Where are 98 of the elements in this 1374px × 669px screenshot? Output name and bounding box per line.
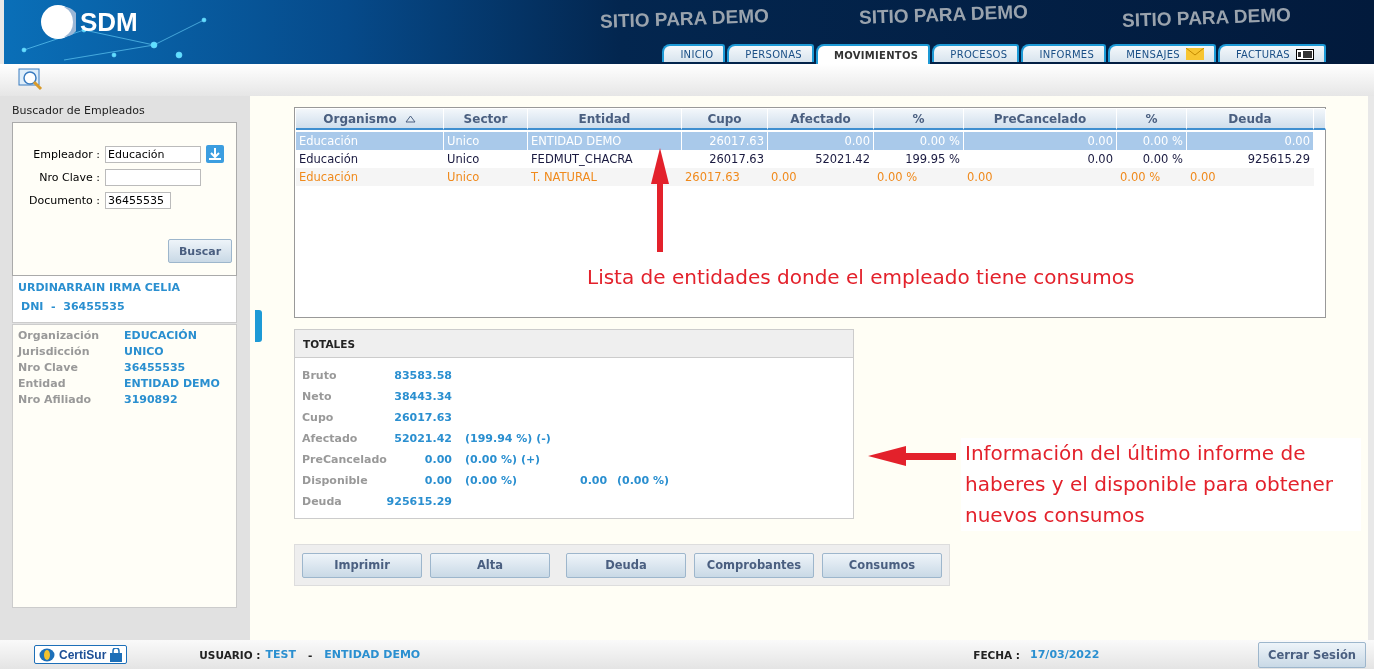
table-cell: ENTIDAD DEMO <box>528 132 682 150</box>
action-button[interactable]: Imprimir <box>302 552 422 578</box>
column-header[interactable]: Cupo <box>682 109 768 130</box>
nav-tab[interactable]: PROCESOS <box>932 44 1020 62</box>
column-header[interactable]: Organismo <box>296 109 444 130</box>
table-cell: Educación <box>296 168 444 186</box>
detail-value: UNICO <box>124 345 165 358</box>
nav-tab[interactable]: INICIO <box>662 44 726 62</box>
table-cell: Educación <box>296 132 444 150</box>
search-icon[interactable] <box>18 68 44 92</box>
globe-icon <box>39 647 55 662</box>
total-value: 83583.58 <box>393 369 452 382</box>
panel-title: TOTALES <box>295 330 853 358</box>
nav-tab[interactable]: FACTURAS <box>1217 44 1326 62</box>
total-note: (0.00 %) <box>616 474 671 487</box>
column-header[interactable]: Sector <box>444 109 528 130</box>
watermark-text: SITIO PARA DEMO <box>599 5 770 33</box>
column-header[interactable]: Deuda <box>1187 109 1314 130</box>
table-cell: 0.00 <box>1187 168 1314 186</box>
date-value: 17/03/2022 <box>1030 648 1100 661</box>
detail-label: Organización <box>18 329 101 342</box>
column-header[interactable]: % <box>874 109 964 130</box>
total-label: Disponible <box>302 474 369 487</box>
detail-label: Entidad <box>18 377 67 390</box>
table-cell: 0.00 <box>964 132 1117 150</box>
table-cell: Unico <box>444 132 528 150</box>
moon-logo-icon <box>40 4 76 40</box>
panel-title: Buscador de Empleados <box>12 104 146 119</box>
column-header[interactable]: PreCancelado <box>964 109 1117 130</box>
nav-tab[interactable]: MOVIMIENTOS <box>815 44 931 64</box>
detail-label: Jurisdicción <box>18 345 91 358</box>
table-cell: 26017.63 <box>682 168 768 186</box>
detail-label: Nro Clave <box>18 361 79 374</box>
input-field[interactable] <box>105 169 201 186</box>
lock-icon <box>110 647 123 662</box>
detail-label: Nro Afiliado <box>18 393 93 406</box>
user-label: USUARIO : <box>199 648 261 661</box>
column-header[interactable]: Entidad <box>528 109 682 130</box>
nav-tab[interactable]: PERSONAS <box>727 44 814 62</box>
detail-value: ENTIDAD DEMO <box>124 377 221 390</box>
nav-tab[interactable]: INFORMES <box>1021 44 1107 62</box>
watermark-text: SITIO PARA DEMO <box>1121 4 1292 32</box>
employee-name: URDINARRAIN IRMA CELIA <box>18 281 181 294</box>
field-label: Nro Clave : <box>38 171 100 184</box>
total-value: 38443.34 <box>393 390 452 403</box>
table-cell: 0.00 <box>768 132 874 150</box>
total-label: Cupo <box>302 411 335 424</box>
table-cell: 0.00 % <box>874 168 964 186</box>
table-cell: 0.00 <box>768 168 874 186</box>
detail-value: 36455535 <box>124 361 187 374</box>
user-name: TEST <box>265 648 296 661</box>
total-label: Bruto <box>302 369 338 382</box>
total-note: (0.00 %) <box>464 474 519 487</box>
separator-text: - <box>308 648 313 661</box>
envelope-icon <box>1185 48 1204 60</box>
total-label: Afectado <box>302 432 359 445</box>
date-label: FECHA : <box>973 648 1021 661</box>
total-note: (199.94 %) (-) <box>464 432 552 445</box>
column-header[interactable]: % <box>1117 109 1187 130</box>
total-value: 0.00 <box>423 453 452 466</box>
watermark-text: SITIO PARA DEMO <box>858 1 1029 29</box>
total-label: Deuda <box>302 495 343 508</box>
total-note: (0.00 %) (+) <box>464 453 542 466</box>
action-button[interactable]: Deuda <box>566 552 686 578</box>
table-cell: T. NATURAL <box>528 168 682 186</box>
detail-value: EDUCACIÓN <box>124 329 198 342</box>
search-button[interactable]: Buscar <box>168 239 232 263</box>
user-entity: ENTIDAD DEMO <box>324 648 421 661</box>
annotation-text: Información del último informe de haberes y el disponible para obtener nuevos consumos <box>961 438 1361 531</box>
column-header[interactable]: Afectado <box>768 109 874 130</box>
table-cell: 0.00 % <box>874 132 964 150</box>
table-cell: 0.00 % <box>1117 168 1187 186</box>
field-label: Documento : <box>28 194 100 207</box>
action-button[interactable]: Alta <box>430 552 550 578</box>
total-value: 925615.29 <box>385 495 452 508</box>
action-button[interactable]: Consumos <box>822 552 942 578</box>
field-label: Empleador : <box>32 147 100 161</box>
banknote-icon <box>1296 48 1314 60</box>
input-field[interactable]: Educación <box>105 145 201 163</box>
total-value: 52021.42 <box>393 432 452 445</box>
table-cell: 0.00 <box>964 168 1117 186</box>
detail-value: 3190892 <box>124 393 179 406</box>
action-button[interactable]: Comprobantes <box>694 552 814 578</box>
table-cell: 26017.63 <box>682 132 768 150</box>
total-value: 26017.63 <box>393 411 452 424</box>
collapse-handle[interactable] <box>255 310 262 342</box>
table-cell: Unico <box>444 168 528 186</box>
brand-badge: CertiSur <box>34 645 128 664</box>
download-icon[interactable] <box>206 145 224 163</box>
total-label: Neto <box>302 390 333 403</box>
total-value: 0.00 <box>423 474 452 487</box>
nav-tab[interactable]: MENSAJES <box>1108 44 1216 62</box>
table-cell: 0.00 <box>1187 132 1314 150</box>
logout-button[interactable]: Cerrar Sesión <box>1258 641 1366 668</box>
table-cell: 0.00 % <box>1117 132 1187 150</box>
employee-dni: DNI - 36455535 <box>20 300 126 313</box>
input-field[interactable]: 36455535 <box>105 192 171 209</box>
logo-text: SDM <box>80 6 138 38</box>
